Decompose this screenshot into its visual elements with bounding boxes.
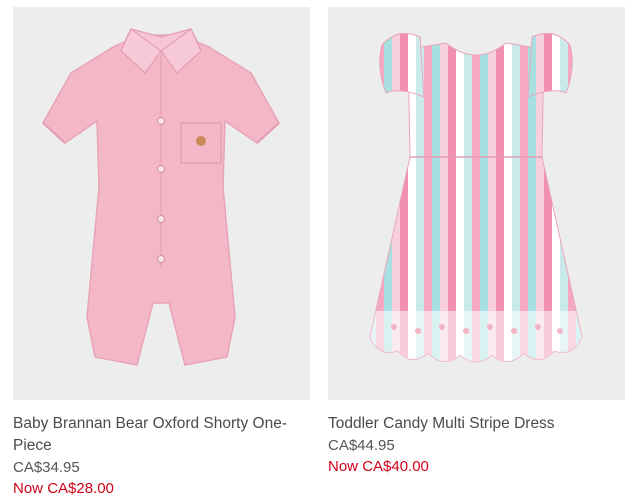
product-card-romper[interactable]: Baby Brannan Bear Oxford Shorty One-Piec… [13,7,310,499]
product-card-dress[interactable]: Toddler Candy Multi Stripe Dress CA$44.9… [328,7,625,477]
product-grid: Baby Brannan Bear Oxford Shorty One-Piec… [0,0,625,502]
original-price: CA$44.95 [328,437,395,454]
product-image-romper[interactable] [13,7,310,400]
product-title[interactable]: Baby Brannan Bear Oxford Shorty One-Piec… [13,413,310,457]
sale-price-value: CA$28.00 [47,480,114,497]
sale-prefix: Now [13,480,44,497]
original-price: CA$34.95 [13,459,80,476]
striped-dress-image [328,7,625,400]
product-title[interactable]: Toddler Candy Multi Stripe Dress [328,413,625,435]
sale-prefix: Now [328,458,359,475]
sale-price: Now CA$28.00 [13,478,310,499]
product-image-dress[interactable] [328,7,625,400]
sale-price: Now CA$40.00 [328,456,625,477]
sale-price-value: CA$40.00 [362,458,429,475]
pink-romper-image [13,7,310,400]
